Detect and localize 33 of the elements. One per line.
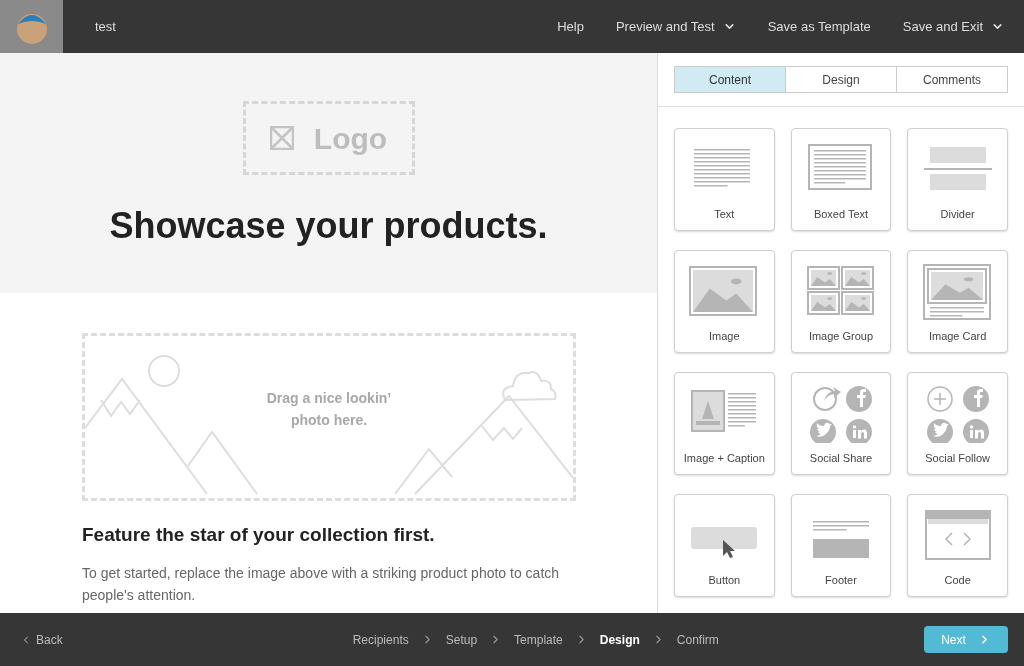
content-block[interactable]: Button bbox=[674, 494, 775, 597]
logo-tile[interactable] bbox=[0, 0, 63, 53]
image-placeholder-text: Drag a nice lookin’ photo here. bbox=[265, 389, 393, 430]
content-block[interactable]: Footer bbox=[790, 494, 892, 597]
content-block[interactable]: Text bbox=[674, 128, 775, 231]
content-block[interactable]: Image + Caption bbox=[674, 372, 775, 475]
header-menu-item[interactable]: Save and Exit bbox=[902, 16, 1004, 37]
step-label[interactable]: Confirm bbox=[676, 630, 719, 649]
panel-tab[interactable]: Design bbox=[785, 66, 897, 93]
header-menu-item[interactable]: Save as Template bbox=[767, 16, 871, 37]
content-block[interactable]: Boxed Text bbox=[790, 128, 892, 231]
content-block[interactable]: Image Card bbox=[907, 250, 1008, 353]
panel-tab[interactable]: Content bbox=[674, 66, 786, 93]
button-block-icon bbox=[689, 525, 760, 561]
header-menu-item[interactable]: Preview and Test bbox=[615, 16, 736, 37]
section-heading: Feature the star of your collection first. bbox=[82, 523, 436, 547]
paragraph: To get started, replace the image above with a striking product photo to catch people's attention. bbox=[82, 563, 561, 605]
campaign-name: test bbox=[95, 17, 116, 36]
header-menu-item[interactable]: Help bbox=[557, 16, 584, 37]
content-block[interactable]: Social Follow bbox=[907, 372, 1008, 475]
panel-tab[interactable]: Comments bbox=[896, 66, 1008, 93]
headline: Showcase your products. bbox=[109, 204, 548, 248]
content-block[interactable]: Image Group bbox=[790, 250, 892, 353]
step-label[interactable]: Recipients bbox=[352, 630, 409, 649]
step-label[interactable]: Template bbox=[514, 630, 563, 649]
content-block[interactable]: Social Share bbox=[790, 372, 892, 475]
step-label[interactable]: Design bbox=[599, 630, 640, 649]
content-block[interactable]: Divider bbox=[907, 128, 1008, 231]
image-placeholder-icon bbox=[269, 126, 294, 150]
content-block[interactable]: Code bbox=[907, 494, 1008, 597]
step-label[interactable]: Setup bbox=[445, 630, 478, 649]
back-button[interactable]: Back bbox=[20, 630, 63, 649]
content-block[interactable]: Image bbox=[674, 250, 775, 353]
